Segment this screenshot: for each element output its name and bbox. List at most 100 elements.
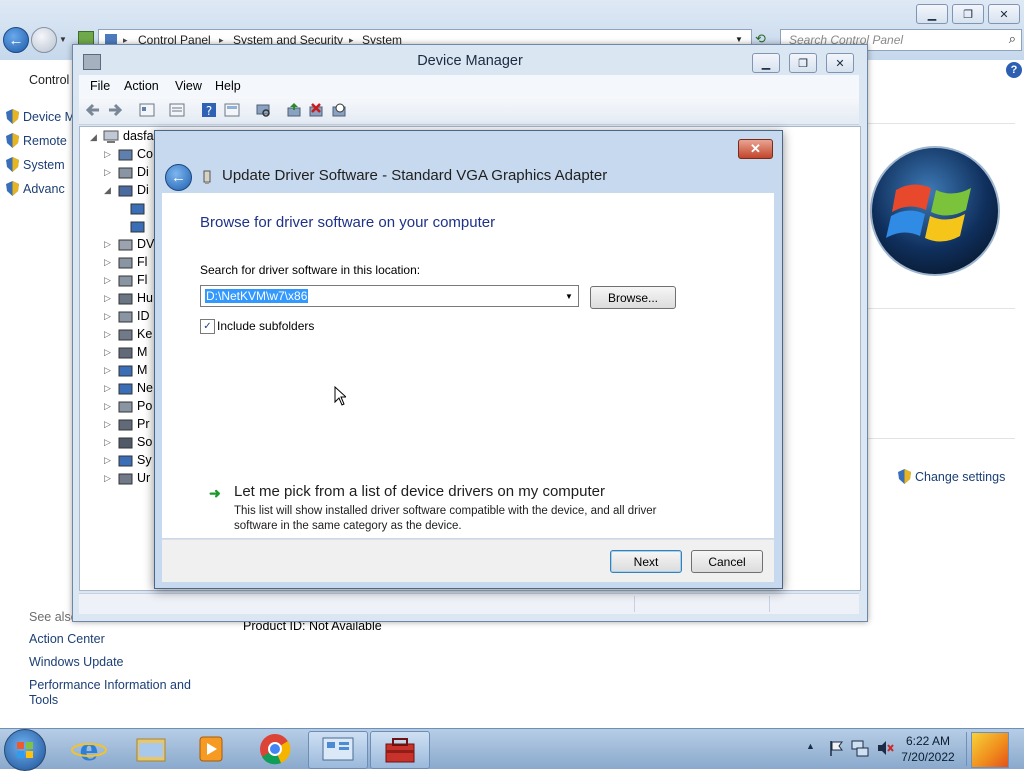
next-button[interactable]: Next	[610, 550, 682, 573]
green-arrow-icon: ➜	[209, 485, 221, 501]
sidebar-item-system[interactable]: System	[6, 157, 65, 172]
taskbar-chrome[interactable]	[246, 731, 304, 767]
tree-root-label[interactable]: dasfa	[123, 129, 154, 143]
expand-icon[interactable]: ▷	[104, 401, 111, 412]
back-button[interactable]: ←	[3, 27, 29, 53]
link-windows-update[interactable]: Windows Update	[29, 655, 124, 669]
sidebar-item-remote[interactable]: Remote	[6, 133, 67, 148]
control-panel-icon	[322, 737, 354, 761]
forward-button[interactable]	[31, 27, 57, 53]
expand-icon[interactable]: ▷	[104, 383, 111, 394]
tree-item-label[interactable]: Po	[137, 399, 152, 413]
expand-icon[interactable]: ▷	[104, 329, 111, 340]
uninstall-icon[interactable]	[308, 102, 324, 118]
minimize-button[interactable]: ▁	[752, 53, 780, 73]
tree-item-label[interactable]: Ur	[137, 471, 150, 485]
action-center-flag-icon[interactable]	[828, 739, 844, 757]
sidebar-item-device-manager[interactable]: Device M	[6, 109, 75, 124]
collapse-icon[interactable]: ◢	[104, 185, 111, 196]
search-icon[interactable]: ⌕	[1009, 31, 1016, 47]
tree-item-label[interactable]: ID	[137, 309, 150, 323]
close-button[interactable]: ✕	[738, 139, 773, 159]
cancel-button[interactable]: Cancel	[691, 550, 763, 573]
tree-item-label[interactable]: Di	[137, 183, 149, 197]
maximize-button[interactable]: ❐	[789, 53, 817, 73]
back-arrow-icon[interactable]	[85, 102, 101, 118]
link-action-center[interactable]: Action Center	[29, 632, 105, 646]
expand-icon[interactable]: ▷	[104, 167, 111, 178]
tree-item-label[interactable]: So	[137, 435, 152, 449]
browse-button[interactable]: Browse...	[590, 286, 676, 309]
recent-pages-icon[interactable]: ▼	[59, 35, 67, 44]
menu-view[interactable]: View	[175, 79, 202, 93]
dropdown-arrow-icon[interactable]: ▼	[562, 287, 576, 305]
tree-item-label[interactable]: Ke	[137, 327, 152, 341]
expand-icon[interactable]: ▷	[104, 311, 111, 322]
device-category-icon	[118, 473, 133, 485]
network-icon[interactable]	[851, 739, 869, 757]
menu-file[interactable]: File	[90, 79, 110, 93]
minimize-button[interactable]: ▁	[916, 4, 948, 24]
properties-icon[interactable]	[139, 102, 155, 118]
show-desktop-button[interactable]	[971, 732, 1009, 768]
expand-icon[interactable]: ▷	[104, 437, 111, 448]
volume-muted-icon[interactable]	[876, 739, 894, 757]
tree-item-label[interactable]: Hu	[137, 291, 153, 305]
taskbar-media-player[interactable]	[182, 731, 240, 767]
show-hide-console-icon[interactable]	[169, 102, 185, 118]
taskbar-explorer[interactable]	[122, 731, 180, 767]
taskbar-control-panel[interactable]	[308, 731, 368, 769]
expand-icon[interactable]: ▷	[104, 293, 111, 304]
tree-item-label[interactable]: Fl	[137, 255, 147, 269]
expand-icon[interactable]: ▷	[104, 455, 111, 466]
path-combobox[interactable]: D:\NetKVM\w7\x86 ▼	[200, 285, 579, 307]
link-performance-info[interactable]: Performance Information and Tools	[29, 678, 199, 708]
show-hidden-icons[interactable]: ▲	[806, 741, 815, 751]
help-icon[interactable]: ?	[1006, 62, 1022, 78]
tree-item-label[interactable]: Ne	[137, 381, 153, 395]
disable-icon[interactable]	[331, 102, 347, 118]
svg-text:e: e	[79, 733, 98, 767]
menu-action[interactable]: Action	[124, 79, 159, 93]
pick-from-list-link[interactable]: Let me pick from a list of device driver…	[234, 483, 605, 500]
include-subfolders-checkbox[interactable]: ✓	[200, 319, 215, 334]
system-clock[interactable]: 6:22 AM 7/20/2022	[896, 733, 960, 765]
back-button[interactable]: ←	[165, 164, 192, 191]
tree-item-label[interactable]: DV	[137, 237, 154, 251]
menu-help[interactable]: Help	[215, 79, 241, 93]
sidebar-title[interactable]: Control	[29, 73, 69, 87]
path-value[interactable]: D:\NetKVM\w7\x86	[205, 289, 309, 303]
start-button[interactable]	[4, 729, 46, 771]
sidebar-item-advanced[interactable]: Advanc	[6, 181, 65, 196]
expand-icon[interactable]: ▷	[104, 347, 111, 358]
expand-icon[interactable]: ▷	[104, 419, 111, 430]
shield-icon	[6, 181, 19, 196]
scan-hardware-icon[interactable]	[255, 102, 271, 118]
forward-arrow-icon[interactable]	[107, 102, 123, 118]
tree-item-label[interactable]: M	[137, 345, 147, 359]
tree-item-label[interactable]: Sy	[137, 453, 152, 467]
update-driver-icon[interactable]	[286, 102, 302, 118]
tree-item-label[interactable]: Fl	[137, 273, 147, 287]
maximize-button[interactable]: ❐	[952, 4, 984, 24]
view-icon[interactable]	[224, 102, 240, 118]
taskbar-internet-explorer[interactable]: e	[60, 731, 118, 768]
change-settings-link[interactable]: Change settings	[898, 469, 1005, 484]
close-button[interactable]: ✕	[826, 53, 854, 73]
expand-icon[interactable]: ▷	[104, 365, 111, 376]
tree-item-label[interactable]: Di	[137, 165, 149, 179]
include-subfolders-label[interactable]: Include subfolders	[217, 319, 314, 333]
tree-item-label[interactable]: M	[137, 363, 147, 377]
help-icon[interactable]: ?	[201, 102, 217, 118]
tree-item-label[interactable]: Co	[137, 147, 153, 161]
expand-icon[interactable]: ▷	[104, 239, 111, 250]
expand-icon[interactable]: ▷	[104, 257, 111, 268]
collapse-icon[interactable]: ◢	[90, 132, 97, 143]
tree-item-label[interactable]: Pr	[137, 417, 150, 431]
expand-icon[interactable]: ▷	[104, 473, 111, 484]
toolbar: ?	[79, 97, 859, 125]
expand-icon[interactable]: ▷	[104, 275, 111, 286]
taskbar-device-manager[interactable]	[370, 731, 430, 769]
expand-icon[interactable]: ▷	[104, 149, 111, 160]
close-button[interactable]: ✕	[988, 4, 1020, 24]
